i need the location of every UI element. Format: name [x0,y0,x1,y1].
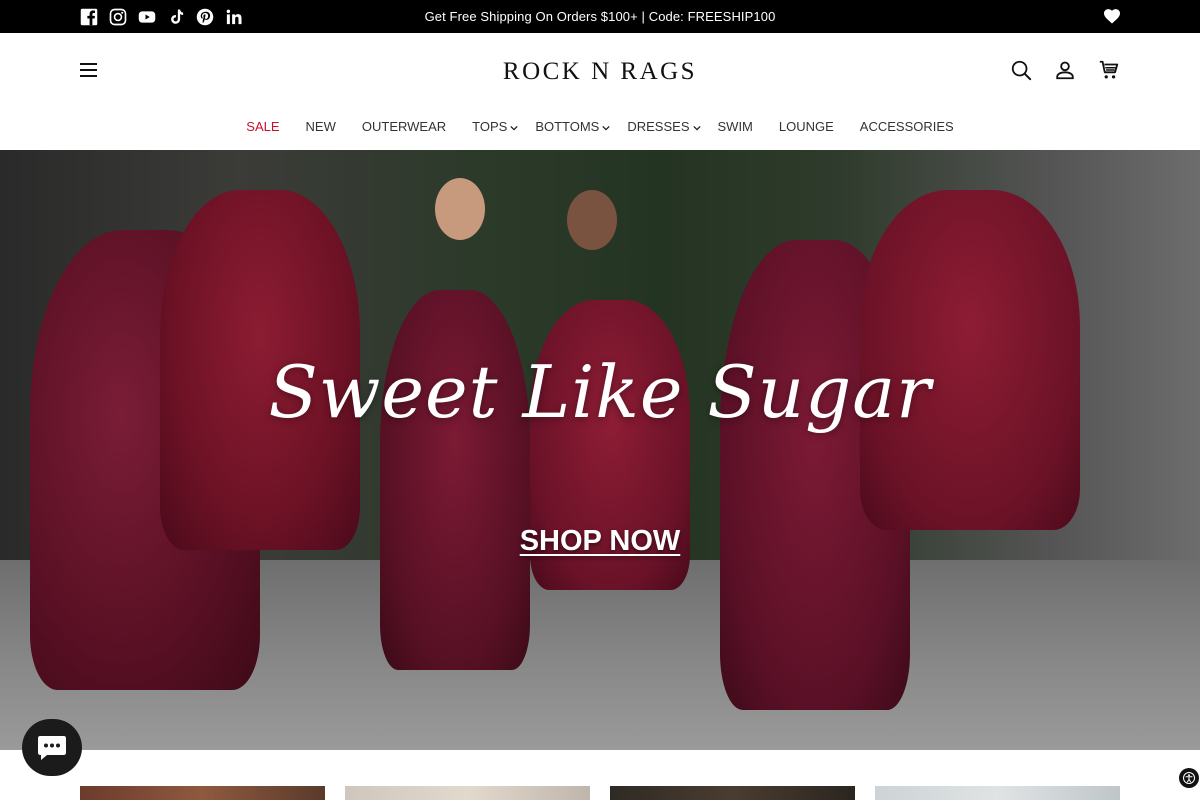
collection-tile[interactable] [80,786,325,800]
nav-item-accessories[interactable]: ACCESSORIES [847,119,967,134]
nav-item-tops[interactable]: TOPS [459,119,522,134]
nav-item-swim[interactable]: SWIM [705,119,766,134]
nav-item-outerwear[interactable]: OUTERWEAR [349,119,459,134]
announcement-text: Get Free Shipping On Orders $100+ | Code… [424,9,776,24]
hero-model-head [567,190,617,250]
nav-item-bottoms[interactable]: BOTTOMS [522,119,614,134]
nav-item-new[interactable]: NEW [293,119,349,134]
accessibility-button[interactable] [1179,768,1199,788]
site-header: ROCK N RAGS SALE NEW OUTERWEAR TOPS BOTT… [0,33,1200,150]
wishlist-heart-icon[interactable] [1104,9,1120,24]
account-icon[interactable] [1054,59,1076,81]
chevron-down-icon [602,125,611,131]
cart-icon[interactable] [1098,59,1120,81]
collection-tile[interactable] [610,786,855,800]
nav-item-dresses[interactable]: DRESSES [614,119,704,134]
shop-now-link[interactable]: SHOP NOW [0,525,1200,558]
search-icon[interactable] [1010,59,1032,81]
header-actions [1010,59,1120,81]
hero-model-head [435,178,485,240]
hero-banner[interactable]: Sweet Like Sugar SHOP NOW [0,150,1200,750]
accessibility-icon [1183,772,1195,784]
collection-grid [80,786,1120,800]
nav-item-lounge[interactable]: LOUNGE [766,119,847,134]
chat-icon [38,735,66,760]
collection-tile[interactable] [875,786,1120,800]
chat-button[interactable] [22,719,82,776]
main-nav: SALE NEW OUTERWEAR TOPS BOTTOMS DRESSES … [0,119,1200,134]
chevron-down-icon [510,125,518,131]
hero-title: Sweet Like Sugar [268,350,932,434]
announcement-bar: Get Free Shipping On Orders $100+ | Code… [0,0,1200,33]
collection-tile[interactable] [345,786,590,800]
nav-item-sale[interactable]: SALE [233,119,292,134]
chevron-down-icon [692,125,701,131]
hero-model-dress [380,290,530,670]
